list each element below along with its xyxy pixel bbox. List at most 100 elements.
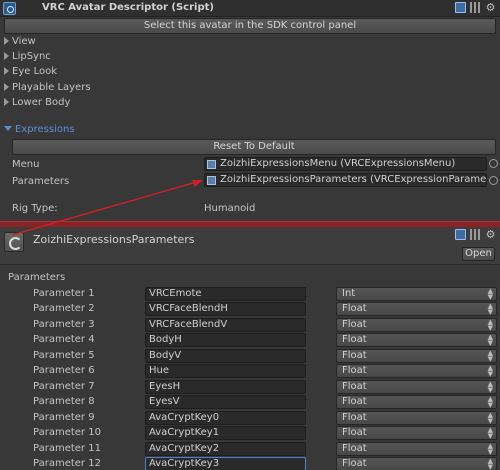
collapse-triangle-icon [4,126,12,131]
parameter-label: Parameter 7 [33,381,95,392]
rig-type-value: Humanoid [204,203,256,214]
parameter-type-value: Float [342,381,367,392]
parameter-name-field[interactable]: EyesH [145,380,306,394]
open-button[interactable]: Open [462,247,495,261]
dropdown-arrows-icon: ▲ ▼ [487,395,493,409]
object-picker-icon[interactable] [489,159,498,168]
parameter-type-value: Float [342,443,367,454]
foldout-eye-look[interactable]: Eye Look [4,66,57,77]
parameters-object-field[interactable]: ZoizhiExpressionsParameters (VRCExpressi… [204,173,487,187]
parameter-name-field[interactable]: AvaCryptKey1 [145,426,306,440]
component-title: VRC Avatar Descriptor (Script) [42,2,214,13]
object-picker-icon[interactable] [489,176,498,185]
parameter-name-field[interactable]: VRCFaceBlendH [145,302,306,316]
parameter-type-dropdown[interactable]: Float ▲ ▼ [336,349,497,363]
parameter-label: Parameter 8 [33,396,95,407]
foldout-lower-body[interactable]: Lower Body [4,97,70,108]
foldout-expressions[interactable]: Expressions [4,124,75,135]
foldout-view[interactable]: View [4,36,36,47]
select-avatar-button[interactable]: Select this avatar in the SDK control pa… [4,18,496,34]
parameter-name-field[interactable]: EyesV [145,395,306,409]
parameter-name-field[interactable]: BodyH [145,333,306,347]
parameter-type-dropdown[interactable]: Float ▲ ▼ [336,457,497,470]
parameters-label: Parameters [12,176,70,187]
parameter-label: Parameter 12 [33,458,101,469]
parameter-type-dropdown[interactable]: Float ▲ ▼ [336,426,497,440]
parameter-label: Parameter 1 [33,288,95,299]
parameter-label: Parameter 10 [33,427,101,438]
parameter-type-value: Float [342,427,367,438]
annotation-arrow-head [192,180,203,187]
expand-triangle-icon [4,37,9,45]
asset-header: ZoizhiExpressionsParameters ⚙ Open [0,227,500,265]
parameter-label: Parameter 3 [33,319,95,330]
parameter-name-field[interactable]: VRCFaceBlendV [145,318,306,332]
parameter-label: Parameter 11 [33,443,101,454]
asset-icon [4,232,24,252]
dropdown-arrows-icon: ▲ ▼ [487,333,493,347]
rig-type-label: Rig Type: [12,203,58,214]
menu-object-field[interactable]: ZoizhiExpressionsMenu (VRCExpressionsMen… [204,157,487,171]
dropdown-arrows-icon: ▲ ▼ [487,364,493,378]
foldout-lipsync[interactable]: LipSync [4,51,51,62]
reset-to-default-button[interactable]: Reset To Default [12,139,496,155]
expand-triangle-icon [4,67,9,75]
parameter-type-value: Float [342,412,367,423]
parameter-type-dropdown[interactable]: Float ▲ ▼ [336,380,497,394]
parameter-type-dropdown[interactable]: Float ▲ ▼ [336,395,497,409]
dropdown-arrows-icon: ▲ ▼ [487,380,493,394]
header-icons: ⚙ [455,2,496,13]
parameter-type-value: Float [342,350,367,361]
dropdown-arrows-icon: ▲ ▼ [487,457,493,470]
scriptable-object-icon [207,160,216,169]
script-icon [3,2,16,15]
asset-title: ZoizhiExpressionsParameters [33,233,195,246]
parameter-type-dropdown[interactable]: Float ▲ ▼ [336,442,497,456]
parameter-name-field[interactable]: AvaCryptKey2 [145,442,306,456]
parameter-label: Parameter 9 [33,412,95,423]
parameter-label: Parameter 5 [33,350,95,361]
gear-icon[interactable]: ⚙ [485,229,496,240]
dropdown-arrows-icon: ▲ ▼ [487,287,493,301]
menu-label: Menu [12,159,40,170]
parameter-name-field[interactable]: AvaCryptKey0 [145,411,306,425]
dropdown-arrows-icon: ▲ ▼ [487,442,493,456]
expand-triangle-icon [4,83,9,91]
presets-icon[interactable] [470,2,481,13]
parameter-type-value: Float [342,396,367,407]
asset-header-icons: ⚙ [455,229,496,240]
parameter-type-dropdown[interactable]: Int ▲ ▼ [336,287,497,301]
parameter-label: Parameter 6 [33,365,95,376]
help-book-icon[interactable] [455,2,466,13]
parameter-type-value: Float [342,319,367,330]
dropdown-arrows-icon: ▲ ▼ [487,318,493,332]
presets-icon[interactable] [470,229,481,240]
parameter-label: Parameter 4 [33,334,95,345]
parameter-type-value: Float [342,365,367,376]
parameter-type-dropdown[interactable]: Float ▲ ▼ [336,364,497,378]
parameter-name-field[interactable]: VRCEmote [145,287,306,301]
parameter-name-field[interactable]: Hue [145,364,306,378]
gear-icon[interactable]: ⚙ [485,2,496,13]
parameter-type-dropdown[interactable]: Float ▲ ▼ [336,411,497,425]
scriptable-object-icon [207,176,216,185]
parameter-type-dropdown[interactable]: Float ▲ ▼ [336,302,497,316]
parameter-type-value: Float [342,458,367,469]
dropdown-arrows-icon: ▲ ▼ [487,302,493,316]
parameter-type-dropdown[interactable]: Float ▲ ▼ [336,318,497,332]
component-header[interactable]: VRC Avatar Descriptor (Script) ⚙ [0,0,500,17]
parameter-type-value: Float [342,334,367,345]
dropdown-arrows-icon: ▲ ▼ [487,411,493,425]
parameter-label: Parameter 2 [33,303,95,314]
foldout-playable-layers[interactable]: Playable Layers [4,82,91,93]
parameter-name-field[interactable]: BodyV [145,349,306,363]
parameter-type-value: Float [342,303,367,314]
help-book-icon[interactable] [455,229,466,240]
parameter-type-dropdown[interactable]: Float ▲ ▼ [336,333,497,347]
parameter-type-value: Int [342,288,356,299]
parameters-section-label: Parameters [8,272,66,283]
parameter-name-field[interactable]: AvaCryptKey3 [145,457,306,470]
dropdown-arrows-icon: ▲ ▼ [487,349,493,363]
expand-triangle-icon [4,52,9,60]
expand-triangle-icon [4,98,9,106]
